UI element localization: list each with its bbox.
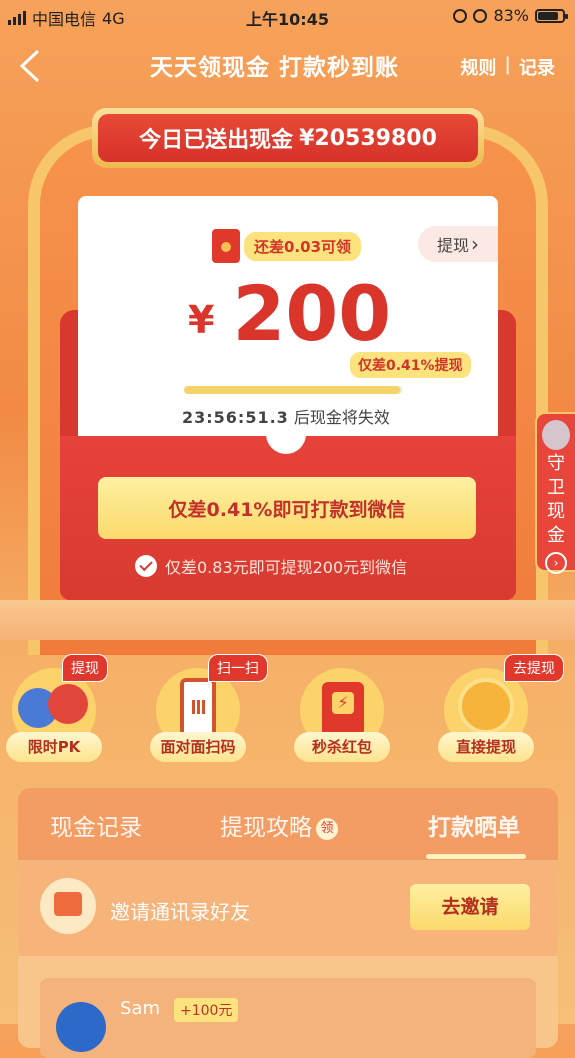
action-badge: 扫一扫 [208,654,268,682]
rules-link[interactable]: 规则 [460,54,496,80]
orientation-lock-icon [453,8,468,23]
alarm-icon [473,8,488,23]
claim-badge: 领 [316,817,338,840]
invite-text: 邀请通讯录好友 [110,900,250,924]
tab-label: 提现攻略 [220,815,312,841]
withdraw-label: 提现 [436,236,469,255]
mouse-mascot-icon [542,420,570,450]
cash-sent-banner: 今日已送出现金 ¥20539800 [92,108,484,168]
envelope-phone-icon [40,878,96,934]
cash-amount: 200 [232,269,392,358]
action-label: 限时PK [6,732,102,762]
action-label: 秒杀红包 [294,732,390,762]
currency-symbol: ¥ [188,298,215,342]
action-row: 提现 限时PK 扫一扫 面对面扫码 ⚡ 秒杀红包 去提现 直接提现 [0,650,575,762]
countdown: 23:56:51.3 后现金将失效 [182,404,390,428]
action-flash-redpacket[interactable]: ⚡ 秒杀红包 [290,668,394,762]
action-pk[interactable]: 提现 限时PK [2,654,108,762]
tab-bar: 现金记录 提现攻略领 打款晒单 [18,788,558,860]
tab-withdraw-guide[interactable]: 提现攻略领 [220,808,338,842]
records-panel: 现金记录 提现攻略领 打款晒单 邀请通讯录好友 去邀请 Sam +100元 [18,788,558,1058]
invite-button[interactable]: 去邀请 [410,884,530,930]
countdown-time: 23:56:51.3 [182,408,289,427]
withdraw-to-wechat-button[interactable]: 仅差0.41%即可打款到微信 [98,477,476,539]
tab-payout-showcase[interactable]: 打款晒单 [428,808,520,842]
active-tab-indicator [426,854,526,859]
withdraw-button[interactable]: 提现 › [418,226,498,262]
page-title: 天天领现金 打款秒到账 [150,55,400,81]
back-button[interactable] [18,48,46,84]
action-direct-withdraw[interactable]: 去提现 直接提现 [434,654,564,762]
wechat-icon [135,555,157,577]
cash-card: 还差0.03可领 提现 › ¥ 200 仅差0.41%提现 23:56:51.3… [78,196,498,446]
percent-bubble: 仅差0.41%提现 [350,352,471,378]
payout-record: Sam +100元 [40,978,536,1058]
header-separator: | [504,54,511,75]
avatar [56,1002,106,1052]
remaining-tag: 还差0.03可领 [244,231,362,261]
status-bar: 中国电信 4G 上午10:45 83% [0,0,575,32]
invite-row: 邀请通讯录好友 去邀请 [18,860,558,956]
tab-cash-records[interactable]: 现金记录 [50,808,142,842]
chevron-left-icon [19,49,40,83]
records-link[interactable]: 记录 [519,54,555,80]
action-badge: 提现 [62,654,108,682]
action-badge: 去提现 [504,654,564,682]
red-packet-icon [212,229,240,263]
action-label: 直接提现 [438,732,534,762]
divider-band [0,600,575,640]
record-amount: +100元 [174,998,239,1022]
guard-cash-label: 守卫现金 [547,453,565,546]
record-name: Sam [120,998,160,1019]
chevron-right-circle-icon: › [545,552,567,574]
wechat-hint: 仅差0.83元即可提现200元到微信 [165,558,408,577]
battery-percent: 83% [493,6,529,25]
action-label: 面对面扫码 [150,732,246,762]
chevron-right-icon: › [471,232,479,256]
battery-icon [535,8,568,23]
guard-cash-tab[interactable]: 守卫现金 › [535,412,575,574]
banner-amount: ¥20539800 [299,125,437,151]
progress-bar [184,386,402,394]
action-face-scan[interactable]: 扫一扫 面对面扫码 [146,654,268,762]
banner-label: 今日已送出现金 [139,128,294,153]
countdown-suffix: 后现金将失效 [293,408,390,427]
